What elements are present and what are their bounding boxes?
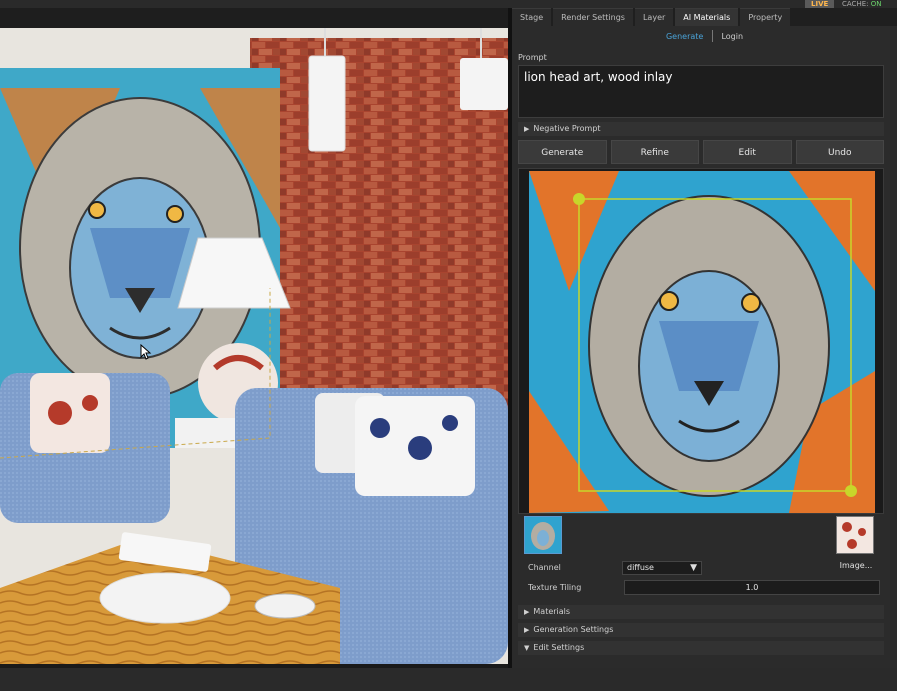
reference-image-thumbnail[interactable] <box>836 516 874 554</box>
expand-triangle-icon: ▶ <box>524 125 530 133</box>
edit-button[interactable]: Edit <box>703 140 792 164</box>
materials-section[interactable]: ▶ Materials <box>518 605 884 619</box>
subtab-login[interactable]: Login <box>715 32 749 41</box>
subtabs: Generate Login <box>512 30 897 44</box>
generation-settings-label: Generation Settings <box>533 625 614 634</box>
tab-property[interactable]: Property <box>740 8 791 26</box>
lion-thumbnail-icon <box>525 517 561 553</box>
tab-ai-materials[interactable]: AI Materials <box>675 8 739 26</box>
cache-status: CACHE: ON <box>842 0 881 8</box>
materials-label: Materials <box>533 607 571 616</box>
subtab-generate[interactable]: Generate <box>660 32 709 41</box>
live-label: LIVE <box>811 0 829 8</box>
expand-triangle-icon: ▶ <box>524 608 530 616</box>
image-button[interactable]: Image... <box>834 561 878 573</box>
action-buttons: Generate Refine Edit Undo <box>518 140 884 164</box>
prompt-input[interactable]: lion head art, wood inlay <box>518 65 884 118</box>
live-badge[interactable]: LIVE <box>805 0 835 8</box>
generation-settings-section[interactable]: ▶ Generation Settings <box>518 623 884 637</box>
mouse-cursor-icon <box>140 344 152 360</box>
generated-texture-image[interactable] <box>529 171 875 513</box>
viewport-scene <box>0 28 508 664</box>
result-thumbnail[interactable] <box>524 516 562 554</box>
texture-preview <box>518 168 884 514</box>
crop-handle-bottom-right[interactable] <box>845 485 857 497</box>
cache-state: ON <box>870 0 882 8</box>
floral-pattern-icon <box>837 517 873 553</box>
tab-render-settings[interactable]: Render Settings <box>553 8 633 26</box>
edit-settings-label: Edit Settings <box>533 643 585 652</box>
ai-materials-panel: Stage Render Settings Layer AI Materials… <box>512 8 897 668</box>
tab-stage[interactable]: Stage <box>512 8 552 26</box>
render-viewport[interactable] <box>0 28 508 664</box>
subtab-divider <box>711 30 713 42</box>
channel-dropdown[interactable]: diffuse ▼ <box>622 561 702 575</box>
crop-handle-top-left[interactable] <box>573 193 585 205</box>
cache-label: CACHE: <box>842 0 869 8</box>
viewport-header <box>0 8 508 28</box>
collapse-triangle-icon: ▼ <box>524 644 530 652</box>
channel-value: diffuse <box>627 563 654 572</box>
dropdown-arrow-icon: ▼ <box>690 563 697 573</box>
top-bar: LIVE CACHE: ON <box>0 0 897 8</box>
undo-button[interactable]: Undo <box>795 140 884 164</box>
prompt-label: Prompt <box>518 53 547 62</box>
expand-triangle-icon: ▶ <box>524 626 530 634</box>
texture-tiling-label: Texture Tiling <box>528 583 582 592</box>
refine-button[interactable]: Refine <box>610 140 699 164</box>
texture-tiling-slider[interactable]: 1.0 <box>624 580 880 595</box>
tab-layer[interactable]: Layer <box>634 8 674 26</box>
bottom-status-bar <box>0 668 897 691</box>
negative-prompt-section[interactable]: ▶ Negative Prompt <box>518 122 884 136</box>
channel-label: Channel <box>528 563 561 572</box>
edit-settings-section[interactable]: ▼ Edit Settings <box>518 641 884 655</box>
negative-prompt-label: Negative Prompt <box>533 124 601 133</box>
panel-tabs: Stage Render Settings Layer AI Materials… <box>512 8 897 26</box>
generate-button[interactable]: Generate <box>518 140 607 164</box>
